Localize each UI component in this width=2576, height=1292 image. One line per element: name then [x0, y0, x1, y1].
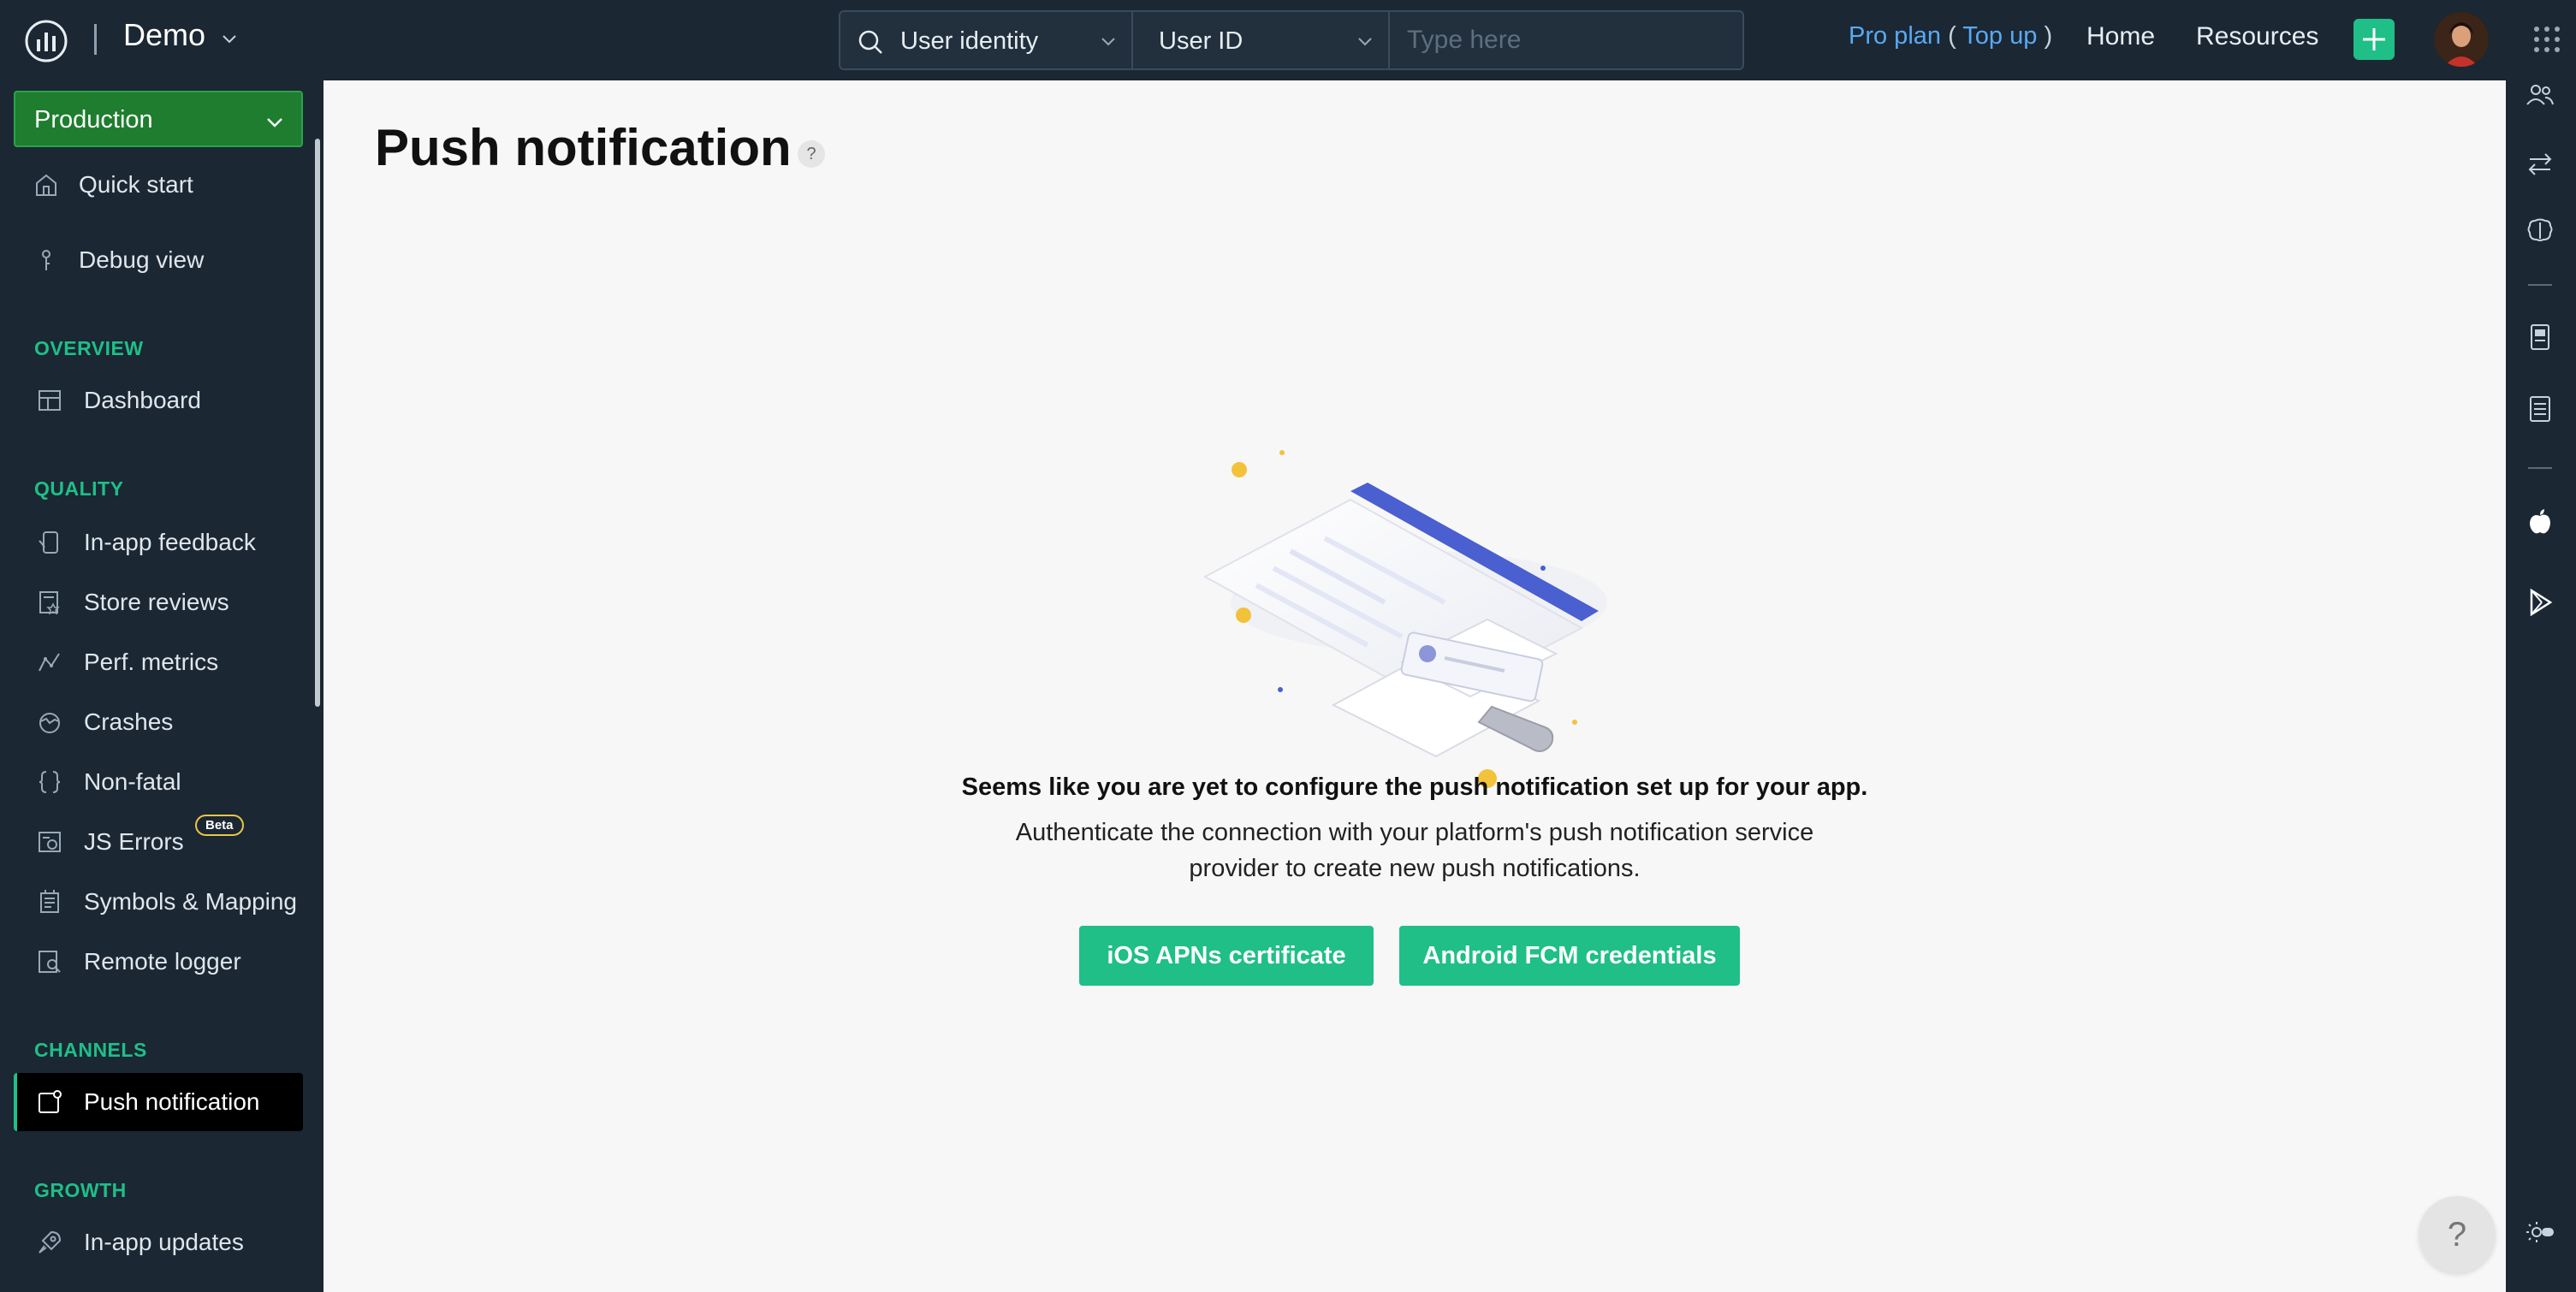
rail-divider	[2528, 284, 2552, 286]
plus-icon	[2363, 28, 2385, 50]
plan-paren-open: (	[1948, 22, 1956, 50]
crash-icon	[39, 713, 60, 733]
help-fab-button[interactable]: ?	[2419, 1196, 2496, 1273]
sidebar-item-perf-metrics[interactable]: Perf. metrics	[14, 633, 303, 691]
sidebar-item-label: Symbols & Mapping	[84, 888, 298, 915]
rail-divider	[2528, 467, 2552, 469]
search-icon	[858, 30, 882, 54]
sidebar-scrollbar[interactable]	[315, 139, 320, 707]
sidebar-item-label: Non-fatal	[84, 768, 181, 795]
environment-label: Production	[34, 106, 153, 133]
user-avatar-icon	[2434, 12, 2489, 67]
sidebar-item-crashes[interactable]: Crashes	[14, 693, 303, 751]
search-input-cell	[1390, 12, 1742, 68]
right-rail	[2506, 80, 2576, 1292]
sidebar-item-label: Crashes	[84, 708, 174, 735]
home-link[interactable]: Home	[2086, 22, 2155, 51]
section-channels: CHANNELS	[34, 1039, 147, 1061]
beta-badge: Beta	[195, 815, 244, 836]
js-errors-icon	[39, 832, 61, 852]
rocket-icon	[39, 1230, 62, 1253]
main-content: Push notification ? Seems like you are y…	[323, 80, 2506, 1292]
header-divider	[94, 24, 97, 55]
sidebar-item-non-fatal[interactable]: Non-fatal	[14, 753, 303, 811]
app-name[interactable]: Demo	[123, 17, 205, 53]
sidebar-item-label: JS Errors	[84, 828, 184, 855]
resources-link[interactable]: Resources	[2196, 22, 2318, 51]
sidebar-item-js-errors[interactable]: JS Errors Beta	[14, 813, 303, 871]
sidebar-item-dashboard[interactable]: Dashboard	[14, 371, 303, 430]
empty-state-description: Authenticate the connection with your pl…	[1015, 819, 1814, 882]
sidebar-item-inapp-updates[interactable]: In-app updates	[14, 1213, 303, 1271]
sidebar-item-inapp-feedback[interactable]: In-app feedback	[14, 513, 303, 572]
apple-icon[interactable]	[2525, 507, 2555, 537]
add-button[interactable]	[2353, 19, 2395, 60]
identity-type-dropdown[interactable]: User identity	[840, 12, 1133, 68]
empty-state-heading: Seems like you are yet to configure the …	[961, 773, 1868, 801]
app-logo-icon[interactable]	[24, 19, 68, 63]
sidebar-item-label: In-app updates	[84, 1229, 244, 1255]
top-up-link[interactable]: Top up	[1962, 22, 2037, 50]
chevron-down-icon	[1358, 38, 1372, 46]
avatar[interactable]	[2434, 12, 2489, 67]
sidebar-item-label: Remote logger	[84, 948, 241, 975]
pro-plan-link[interactable]: Pro plan	[1849, 22, 1941, 50]
media-icon[interactable]	[2525, 322, 2555, 353]
sidebar-item-label: In-app feedback	[84, 529, 256, 555]
empty-state-illustration	[1202, 450, 1607, 788]
sidebar: Production Quick start Debug view OVERVI…	[0, 80, 320, 1292]
chevron-down-icon	[1101, 38, 1115, 46]
identity-field-dropdown[interactable]: User ID	[1133, 12, 1390, 68]
sidebar-item-symbols-mapping[interactable]: Symbols & Mapping	[14, 873, 303, 931]
sidebar-item-debug-view[interactable]: Debug view	[14, 231, 303, 289]
braces-icon	[39, 771, 61, 793]
sidebar-item-label: Store reviews	[84, 589, 229, 615]
chevron-down-icon[interactable]	[219, 29, 240, 50]
user-search-bar: User identity User ID	[839, 10, 1744, 70]
symbols-icon	[40, 890, 59, 913]
environment-dropdown[interactable]: Production	[14, 91, 303, 147]
sidebar-item-quick-start[interactable]: Quick start	[14, 156, 303, 214]
ios-apns-certificate-button[interactable]: iOS APNs certificate	[1079, 926, 1374, 986]
plan-paren-close: )	[2044, 22, 2053, 50]
help-icon[interactable]: ?	[798, 140, 825, 168]
store-reviews-icon	[39, 591, 60, 615]
section-growth: GROWTH	[34, 1179, 127, 1201]
users-icon[interactable]	[2525, 80, 2555, 111]
section-quality: QUALITY	[34, 477, 124, 500]
chevron-down-icon	[267, 118, 282, 127]
sidebar-item-push-notification[interactable]: Push notification	[14, 1073, 303, 1131]
sidebar-item-label: Debug view	[79, 246, 205, 273]
push-notification-icon	[39, 1090, 62, 1113]
plan-info: Pro plan ( Top up )	[1849, 22, 2052, 50]
search-input[interactable]	[1390, 12, 1742, 68]
sidebar-item-label: Perf. metrics	[84, 649, 219, 675]
dashboard-icon	[39, 390, 61, 411]
brain-icon[interactable]	[2525, 216, 2555, 246]
debug-pin-icon	[42, 250, 50, 270]
section-overview: OVERVIEW	[34, 337, 144, 359]
sidebar-item-remote-logger[interactable]: Remote logger	[14, 933, 303, 991]
identity-field-label: User ID	[1159, 27, 1243, 55]
top-bar: Demo User identity User ID Pro plan ( T	[0, 0, 2576, 80]
android-fcm-credentials-button[interactable]: Android FCM credentials	[1399, 926, 1740, 986]
theme-toggle-icon[interactable]	[2525, 1217, 2555, 1248]
apps-grid-icon[interactable]	[2531, 24, 2562, 55]
remote-logger-icon	[39, 951, 61, 973]
page-title: Push notification	[375, 119, 792, 176]
feedback-icon	[39, 531, 58, 554]
sidebar-item-label: Push notification	[84, 1088, 260, 1115]
home-icon	[36, 174, 56, 196]
sidebar-item-label: Quick start	[79, 171, 193, 198]
metrics-icon	[39, 653, 60, 672]
identity-type-label: User identity	[900, 27, 1039, 55]
swap-icon[interactable]	[2525, 149, 2555, 180]
sidebar-item-label: Dashboard	[84, 387, 201, 413]
document-icon[interactable]	[2525, 394, 2555, 424]
play-store-icon[interactable]	[2525, 587, 2555, 618]
sidebar-item-store-reviews[interactable]: Store reviews	[14, 573, 303, 631]
